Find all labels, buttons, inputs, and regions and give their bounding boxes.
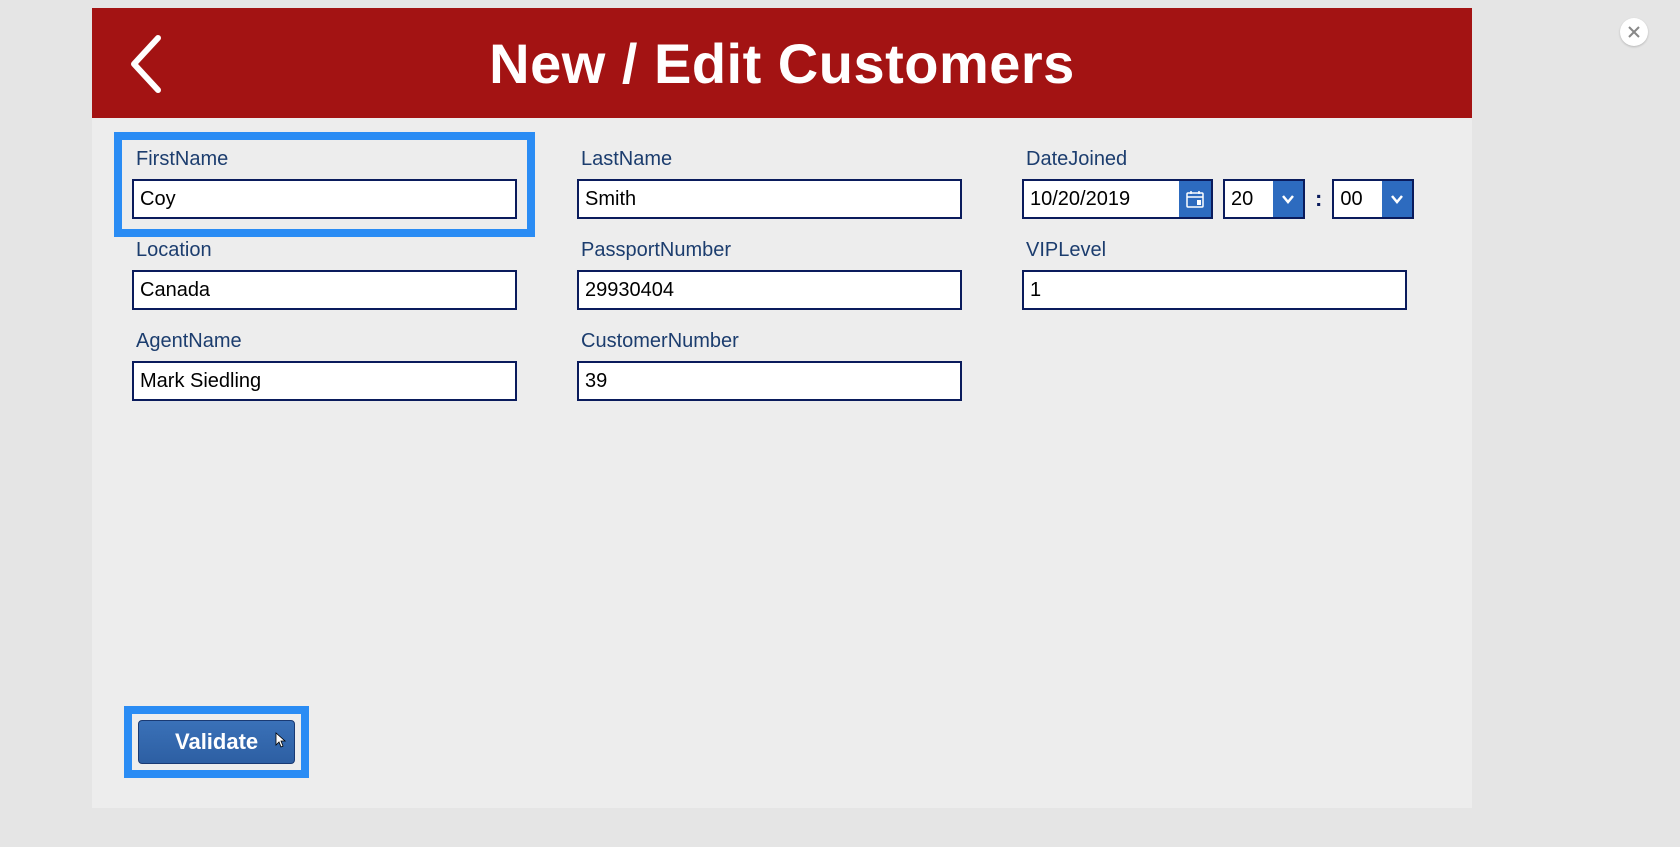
header-bar: New / Edit Customers: [92, 8, 1472, 118]
date-joined-group: DateJoined: [1022, 148, 1407, 219]
last-name-group: LastName: [577, 148, 962, 219]
customer-number-label: CustomerNumber: [577, 330, 962, 353]
location-input[interactable]: [132, 270, 517, 310]
date-joined-label: DateJoined: [1022, 148, 1407, 171]
last-name-input[interactable]: [577, 179, 962, 219]
calendar-icon: [1186, 190, 1204, 208]
location-group: Location: [132, 239, 517, 310]
passport-label: PassportNumber: [577, 239, 962, 262]
minute-dropdown-button[interactable]: [1382, 181, 1412, 217]
customer-number-input[interactable]: [577, 361, 962, 401]
hour-dropdown-button[interactable]: [1273, 181, 1303, 217]
back-arrow-icon: [124, 32, 164, 96]
location-label: Location: [132, 239, 517, 262]
vip-input[interactable]: [1022, 270, 1407, 310]
form-row-1: FirstName LastName DateJoined: [132, 148, 1432, 219]
validate-highlight: Validate: [124, 706, 309, 778]
last-name-label: LastName: [577, 148, 962, 171]
passport-input[interactable]: [577, 270, 962, 310]
customer-number-group: CustomerNumber: [577, 330, 962, 401]
time-separator: :: [1315, 186, 1322, 212]
validate-button[interactable]: Validate: [138, 720, 295, 764]
minute-select[interactable]: 00: [1332, 179, 1414, 219]
form-row-3: AgentName CustomerNumber: [132, 330, 1432, 401]
vip-label: VIPLevel: [1022, 239, 1407, 262]
main-panel: New / Edit Customers FirstName LastName …: [92, 8, 1472, 808]
first-name-group: FirstName: [132, 148, 517, 219]
cursor-icon: [271, 731, 287, 751]
back-button[interactable]: [124, 32, 164, 96]
chevron-down-icon: [1390, 192, 1404, 206]
close-button[interactable]: [1620, 18, 1648, 46]
calendar-button[interactable]: [1179, 181, 1211, 217]
passport-group: PassportNumber: [577, 239, 962, 310]
agent-group: AgentName: [132, 330, 517, 401]
hour-select[interactable]: 20: [1223, 179, 1305, 219]
hour-value: 20: [1225, 181, 1273, 217]
form-row-2: Location PassportNumber VIPLevel: [132, 239, 1432, 310]
close-icon: [1627, 25, 1641, 39]
validate-label: Validate: [175, 729, 258, 754]
page-title: New / Edit Customers: [92, 31, 1472, 96]
chevron-down-icon: [1281, 192, 1295, 206]
date-input[interactable]: [1024, 181, 1179, 217]
first-name-highlight: FirstName: [114, 132, 535, 237]
first-name-input[interactable]: [132, 179, 517, 219]
vip-group: VIPLevel: [1022, 239, 1407, 310]
minute-value: 00: [1334, 181, 1382, 217]
agent-input[interactable]: [132, 361, 517, 401]
form-area: FirstName LastName DateJoined: [92, 118, 1472, 808]
agent-label: AgentName: [132, 330, 517, 353]
date-picker: [1022, 179, 1213, 219]
first-name-label: FirstName: [132, 148, 517, 171]
date-time-row: 20 : 00: [1022, 179, 1407, 219]
